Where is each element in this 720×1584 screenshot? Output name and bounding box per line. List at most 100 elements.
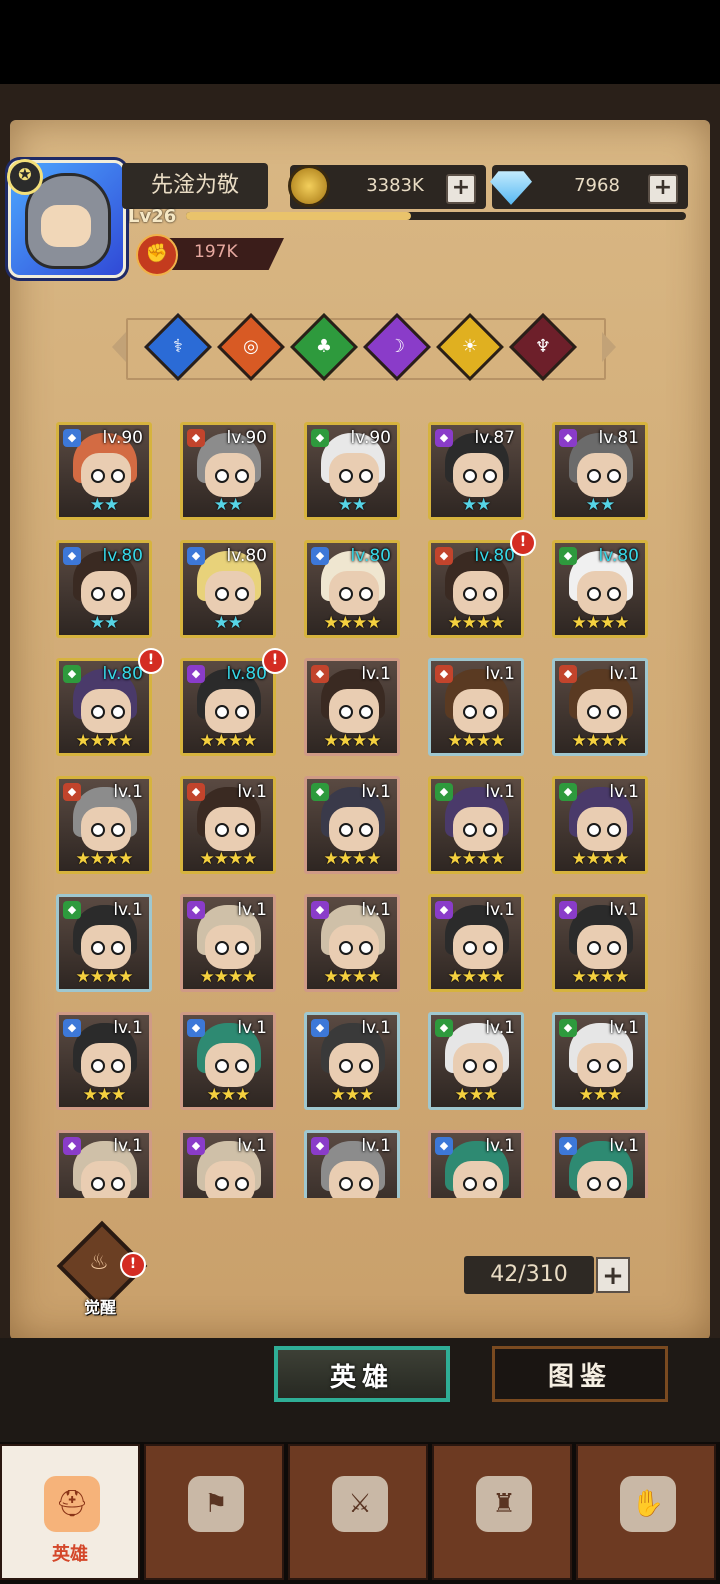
tab-heroes[interactable]: 英雄	[274, 1346, 450, 1402]
tab-codex[interactable]: 图鉴	[492, 1346, 668, 1402]
hero-card[interactable]: ◆ lv.1 ★★★★	[428, 658, 524, 756]
arrow-right-icon[interactable]	[602, 332, 616, 362]
power-value: 197K	[194, 242, 238, 262]
hero-card[interactable]: ◆ lv.1 ★★★★	[552, 894, 648, 992]
hero-stars: ★★	[89, 613, 119, 633]
hero-card[interactable]: ◆ lv.1 ★★★	[56, 1012, 152, 1110]
nav-alliance[interactable]: ✋	[576, 1444, 716, 1580]
gold-coin-icon	[288, 165, 330, 207]
hero-level: lv.1	[609, 1018, 639, 1038]
expand-slots-button[interactable]: +	[596, 1257, 630, 1293]
hero-card[interactable]: ◆ lv.1	[428, 1130, 524, 1198]
hero-card[interactable]: ◆ lv.1 ★★★	[552, 1012, 648, 1110]
nav-guild-icon: ⚑	[188, 1476, 244, 1532]
hero-card[interactable]: ◆ lv.90 ★★	[304, 422, 400, 520]
nav-guild[interactable]: ⚑	[144, 1444, 284, 1580]
hero-eye	[587, 1059, 601, 1073]
hero-card[interactable]: ◆ lv.87 ★★	[428, 422, 524, 520]
hero-level: lv.1	[485, 1136, 515, 1156]
fist-icon: ✊	[136, 234, 178, 276]
hero-stars: ★★★★	[571, 967, 630, 987]
hero-eye	[91, 705, 105, 719]
hero-eye	[235, 1177, 249, 1191]
add-gem-button[interactable]: +	[648, 174, 678, 204]
hero-eye	[587, 705, 601, 719]
hero-eye	[339, 705, 353, 719]
xp-bar	[186, 212, 686, 220]
class-icon: ◆	[63, 665, 81, 683]
class-icon: ◆	[559, 901, 577, 919]
nav-heroes[interactable]: ⛑ 英雄	[0, 1444, 140, 1580]
hero-stars: ★★★	[454, 1085, 499, 1105]
hero-card[interactable]: ◆ lv.1 ★★★★	[180, 776, 276, 874]
hero-level: lv.1	[237, 1136, 267, 1156]
class-icon: ◆	[187, 1019, 205, 1037]
hero-card[interactable]: ◆ lv.1	[552, 1130, 648, 1198]
hero-card[interactable]: ◆ lv.1 ★★★★	[56, 776, 152, 874]
hero-card[interactable]: ◆ lv.90 ★★	[56, 422, 152, 520]
arrow-left-icon[interactable]	[112, 332, 126, 362]
hero-eye	[463, 469, 477, 483]
hero-eye	[91, 587, 105, 601]
hero-eye	[359, 705, 373, 719]
hero-card[interactable]: ◆ lv.1 ★★★	[180, 1012, 276, 1110]
hero-eye	[235, 1059, 249, 1073]
awaken-button[interactable]: ♨ ! 觉醒	[56, 1220, 148, 1318]
hero-level: lv.1	[113, 782, 143, 802]
class-icon: ◆	[435, 1137, 453, 1155]
hero-card[interactable]: ◆ lv.81 ★★	[552, 422, 648, 520]
class-icon: ◆	[311, 547, 329, 565]
hero-eye	[339, 941, 353, 955]
hero-eye	[215, 469, 229, 483]
hero-card[interactable]: ◆ lv.80 ★★	[56, 540, 152, 638]
hero-card[interactable]: ◆ lv.1	[56, 1130, 152, 1198]
hero-card[interactable]: ◆ lv.1 ★★★★	[56, 894, 152, 992]
hero-stars: ★★★★	[75, 731, 134, 751]
hero-card[interactable]: ◆ lv.1	[304, 1130, 400, 1198]
player-avatar[interactable]: ✪	[7, 159, 126, 278]
class-icon: ◆	[63, 429, 81, 447]
nature-filter-icon: ♣	[315, 336, 333, 357]
hero-card[interactable]: ◆ lv.1	[180, 1130, 276, 1198]
hero-card[interactable]: ◆ lv.80 ★★★★	[180, 658, 276, 756]
hero-card[interactable]: ◆ lv.1 ★★★★	[304, 894, 400, 992]
hero-card[interactable]: ◆ lv.1 ★★★	[304, 1012, 400, 1110]
hero-eye	[587, 469, 601, 483]
class-icon: ◆	[187, 429, 205, 447]
hero-card[interactable]: ◆ lv.80 ★★★★	[552, 540, 648, 638]
nav-battle[interactable]: ⚔	[288, 1444, 428, 1580]
hero-eye	[359, 587, 373, 601]
hero-card[interactable]: ◆ lv.1 ★★★★	[552, 658, 648, 756]
hero-stars: ★★★★	[323, 731, 382, 751]
hero-card[interactable]: ◆ lv.80 ★★	[180, 540, 276, 638]
hero-card[interactable]: ◆ lv.80 ★★★★	[428, 540, 524, 638]
hero-card[interactable]: ◆ lv.80 ★★★★	[304, 540, 400, 638]
nav-tower[interactable]: ♜	[432, 1444, 572, 1580]
hero-level: lv.1	[485, 900, 515, 920]
hero-card[interactable]: ◆ lv.90 ★★	[180, 422, 276, 520]
hero-level: lv.90	[102, 428, 144, 448]
class-icon: ◆	[63, 901, 81, 919]
hero-card[interactable]: ◆ lv.1 ★★★★	[304, 658, 400, 756]
hero-card[interactable]: ◆ lv.1 ★★★★	[304, 776, 400, 874]
class-icon: ◆	[311, 1019, 329, 1037]
mage-filter-icon: ☽	[388, 336, 406, 357]
hero-card[interactable]: ◆ lv.1 ★★★	[428, 1012, 524, 1110]
hero-card[interactable]: ◆ lv.1 ★★★★	[180, 894, 276, 992]
hero-level: lv.1	[113, 1018, 143, 1038]
hero-level: lv.1	[609, 664, 639, 684]
hero-card[interactable]: ◆ lv.1 ★★★★	[552, 776, 648, 874]
add-gold-button[interactable]: +	[446, 174, 476, 204]
awaken-label: 觉醒	[83, 1298, 116, 1317]
hero-card[interactable]: ◆ lv.1 ★★★★	[428, 776, 524, 874]
hero-card[interactable]: ◆ lv.1 ★★★★	[428, 894, 524, 992]
status-bar	[0, 0, 720, 84]
class-icon: ◆	[63, 547, 81, 565]
hero-stars: ★★★★	[447, 613, 506, 633]
hero-card[interactable]: ◆ lv.80 ★★★★	[56, 658, 152, 756]
nav-heroes-label: 英雄	[52, 1544, 88, 1565]
hero-stars: ★★★★	[199, 731, 258, 751]
hero-eye	[91, 1059, 105, 1073]
hero-eye	[359, 1059, 373, 1073]
gold-value: 3383K	[366, 175, 424, 196]
